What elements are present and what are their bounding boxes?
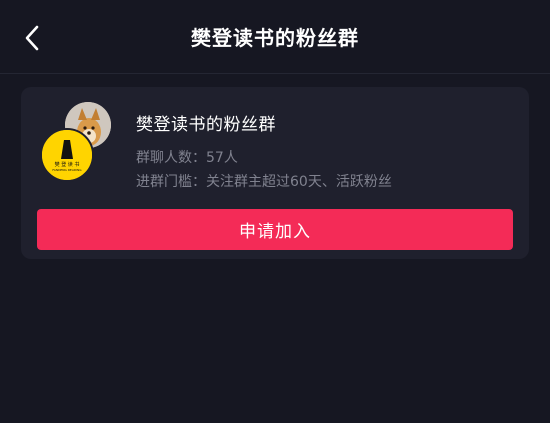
logo-text: 樊 登 读 书 [55,161,80,168]
group-card: 樊 登 读 书 FANDENG READING 樊登读书的粉丝群 群聊人数：57… [21,87,529,259]
navigation-bar: 樊登读书的粉丝群 [0,0,550,74]
reading-logo-icon: 樊 登 读 书 FANDENG READING [42,130,92,180]
apply-join-button[interactable]: 申请加入 [37,209,513,250]
group-logo-avatar: 樊 登 读 书 FANDENG READING [40,128,94,182]
join-threshold-line: 进群门槛：关注群主超过60天、活跃粉丝 [136,171,392,191]
join-threshold-label: 进群门槛： [136,174,206,190]
join-threshold-value: 关注群主超过60天、活跃粉丝 [206,174,392,190]
member-count-value: 57人 [206,150,238,166]
group-avatar-stack[interactable]: 樊 登 读 书 FANDENG READING [40,102,111,182]
group-join-screen: 樊登读书的粉丝群 樊 登 读 书 FANDENG READING 樊登读书的粉丝… [0,0,550,423]
member-count-line: 群聊人数：57人 [136,147,238,167]
logo-subtext: FANDENG READING [52,168,82,172]
page-title: 樊登读书的粉丝群 [191,26,359,50]
member-count-label: 群聊人数： [136,150,206,166]
group-name: 樊登读书的粉丝群 [136,115,276,135]
